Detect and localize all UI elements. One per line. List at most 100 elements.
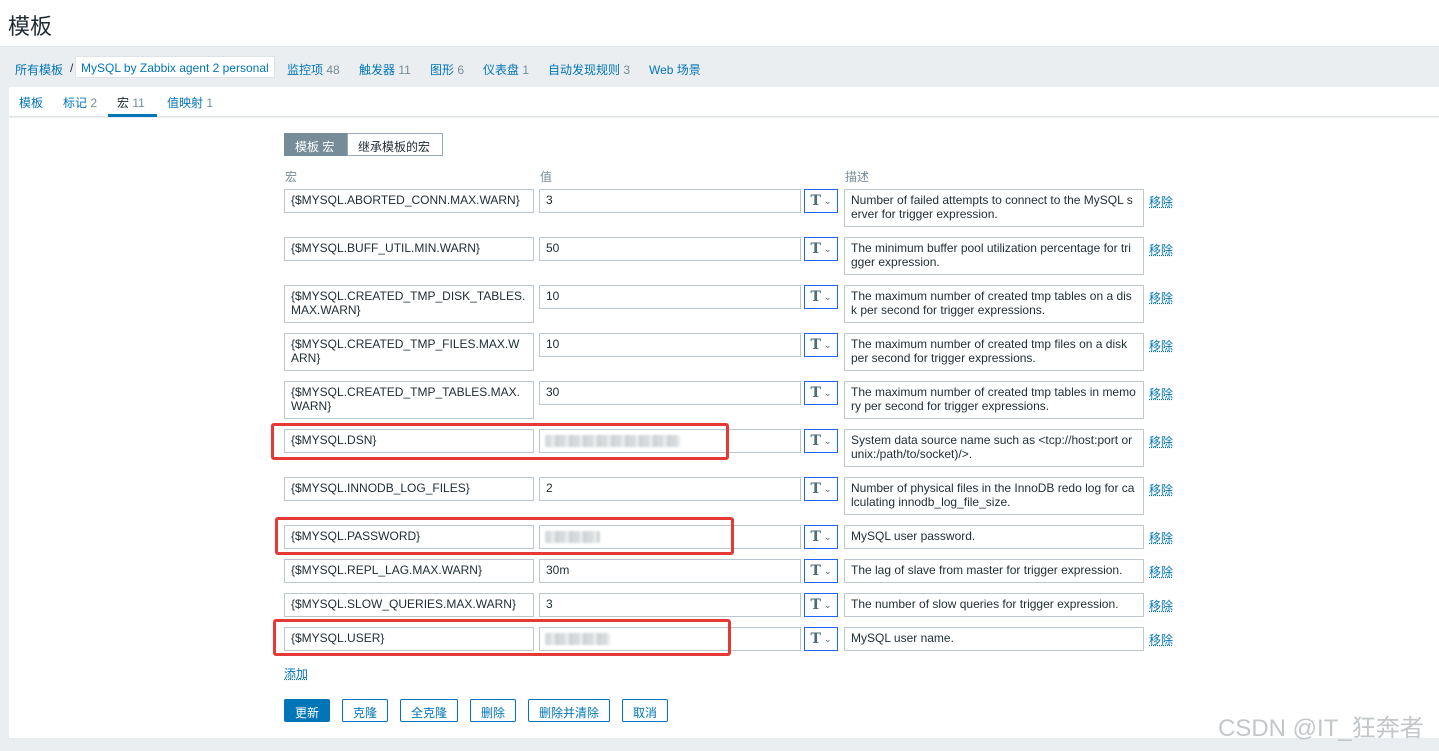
tab-tags[interactable]: 标记 2 [63, 94, 97, 111]
macro-type-selector[interactable]: T ⌄ [804, 333, 838, 357]
clone-button[interactable]: 克隆 [342, 699, 389, 722]
chevron-down-icon: ⌄ [823, 565, 832, 576]
text-type-icon: T [810, 481, 821, 497]
macro-description-field[interactable]: MySQL user name. [844, 627, 1144, 651]
header-bar: 模板 [0, 0, 1439, 47]
remove-macro-link[interactable]: 移除 [1149, 597, 1173, 614]
text-type-icon: T [810, 193, 821, 209]
tab-template[interactable]: 模板 [19, 94, 43, 111]
delete-and-clear-button[interactable]: 删除并清除 [528, 699, 611, 722]
macro-value-field[interactable]: 10 [539, 285, 801, 309]
chevron-down-icon: ⌄ [823, 243, 832, 254]
highlight-box [271, 423, 729, 460]
macro-value-field[interactable]: 10 [539, 333, 801, 357]
update-button[interactable]: 更新 [284, 699, 331, 722]
chevron-down-icon: ⌄ [823, 387, 832, 398]
macro-value-field[interactable]: 30m [539, 559, 801, 583]
macro-name-field[interactable]: {$MYSQL.CREATED_TMP_DISK_TABLES.MAX.WARN… [284, 285, 534, 323]
breadcrumb-current-template[interactable]: MySQL by Zabbix agent 2 personal [75, 56, 275, 78]
text-type-icon: T [810, 597, 821, 613]
nav-graphs[interactable]: 图形 6 [430, 61, 464, 78]
tab-value-mapping[interactable]: 值映射 1 [167, 94, 213, 111]
text-type-icon: T [810, 433, 821, 449]
macro-value-field[interactable]: 30 [539, 381, 801, 405]
text-type-icon: T [810, 563, 821, 579]
macro-description-field[interactable]: The lag of slave from master for trigger… [844, 559, 1144, 583]
chevron-down-icon: ⌄ [823, 483, 832, 494]
macro-name-field[interactable]: {$MYSQL.REPL_LAG.MAX.WARN} [284, 559, 534, 583]
highlight-box [273, 619, 731, 656]
macro-name-field[interactable]: {$MYSQL.INNODB_LOG_FILES} [284, 477, 534, 501]
nav-web-scenarios[interactable]: Web 场景 [649, 61, 701, 78]
remove-macro-link[interactable]: 移除 [1149, 563, 1173, 580]
nav-items[interactable]: 监控项 48 [287, 61, 340, 78]
macro-type-selector[interactable]: T ⌄ [804, 429, 838, 453]
macro-type-selector[interactable]: T ⌄ [804, 381, 838, 405]
chevron-down-icon: ⌄ [823, 599, 832, 610]
macro-value-field[interactable]: 3 [539, 593, 801, 617]
form-tabs: 模板 标记 2 宏 11 值映射 1 [9, 87, 1439, 117]
tab-macros[interactable]: 宏 11 [117, 94, 145, 111]
macro-description-field[interactable]: The minimum buffer pool utilization perc… [844, 237, 1144, 275]
macro-description-field[interactable]: Number of physical files in the InnoDB r… [844, 477, 1144, 515]
macro-value-field[interactable]: 3 [539, 189, 801, 213]
nav-discovery-rules[interactable]: 自动发现规则 3 [548, 61, 630, 78]
text-type-icon: T [810, 385, 821, 401]
delete-button[interactable]: 删除 [470, 699, 517, 722]
chevron-down-icon: ⌄ [823, 195, 832, 206]
remove-macro-link[interactable]: 移除 [1149, 241, 1173, 258]
macro-value-field[interactable]: 2 [539, 477, 801, 501]
macro-name-field[interactable]: {$MYSQL.ABORTED_CONN.MAX.WARN} [284, 189, 534, 213]
macro-type-selector[interactable]: T ⌄ [804, 189, 838, 213]
column-header-macro: 宏 [285, 170, 298, 184]
macro-description-field[interactable]: The maximum number of created tmp files … [844, 333, 1144, 371]
active-tab-indicator [108, 114, 157, 117]
remove-macro-link[interactable]: 移除 [1149, 481, 1173, 498]
macro-name-field[interactable]: {$MYSQL.CREATED_TMP_FILES.MAX.WARN} [284, 333, 534, 371]
remove-macro-link[interactable]: 移除 [1149, 193, 1173, 210]
macro-description-field[interactable]: The number of slow queries for trigger e… [844, 593, 1144, 617]
chevron-down-icon: ⌄ [823, 339, 832, 350]
macro-description-field[interactable]: The maximum number of created tmp tables… [844, 381, 1144, 419]
macro-description-field[interactable]: System data source name such as <tcp://h… [844, 429, 1144, 467]
macro-type-selector[interactable]: T ⌄ [804, 593, 838, 617]
remove-macro-link[interactable]: 移除 [1149, 529, 1173, 546]
column-header-description: 描述 [845, 170, 870, 184]
chevron-down-icon: ⌄ [823, 633, 832, 644]
remove-macro-link[interactable]: 移除 [1149, 337, 1173, 354]
remove-macro-link[interactable]: 移除 [1149, 289, 1173, 306]
remove-macro-link[interactable]: 移除 [1149, 433, 1173, 450]
macro-name-field[interactable]: {$MYSQL.SLOW_QUERIES.MAX.WARN} [284, 593, 534, 617]
chevron-down-icon: ⌄ [823, 435, 832, 446]
macro-description-field[interactable]: Number of failed attempts to connect to … [844, 189, 1144, 227]
watermark: CSDN @IT_狂奔者 [1218, 715, 1424, 742]
breadcrumb-all-templates[interactable]: 所有模板 [15, 61, 63, 78]
macro-type-selector[interactable]: T ⌄ [804, 477, 838, 501]
remove-macro-link[interactable]: 移除 [1149, 631, 1173, 648]
macro-type-selector[interactable]: T ⌄ [804, 525, 838, 549]
full-clone-button[interactable]: 全克隆 [400, 699, 459, 722]
macro-description-field[interactable]: MySQL user password. [844, 525, 1144, 549]
inherited-macros-toggle[interactable]: 继承模板的宏 [347, 133, 443, 156]
macro-type-selector[interactable]: T ⌄ [804, 285, 838, 309]
text-type-icon: T [810, 337, 821, 353]
chevron-down-icon: ⌄ [823, 291, 832, 302]
template-nav: 所有模板 / MySQL by Zabbix agent 2 personal … [0, 47, 1439, 87]
macro-value-field[interactable]: 50 [539, 237, 801, 261]
page-title: 模板 [8, 14, 53, 39]
template-macros-toggle[interactable]: 模板 宏 [284, 133, 348, 156]
text-type-icon: T [810, 529, 821, 545]
macro-description-field[interactable]: The maximum number of created tmp tables… [844, 285, 1144, 323]
nav-dashboards[interactable]: 仪表盘 1 [483, 61, 529, 78]
add-macro-link[interactable]: 添加 [284, 665, 308, 682]
text-type-icon: T [810, 241, 821, 257]
cancel-button[interactable]: 取消 [622, 699, 669, 722]
remove-macro-link[interactable]: 移除 [1149, 385, 1173, 402]
macro-name-field[interactable]: {$MYSQL.BUFF_UTIL.MIN.WARN} [284, 237, 534, 261]
macro-type-selector[interactable]: T ⌄ [804, 559, 838, 583]
macro-name-field[interactable]: {$MYSQL.CREATED_TMP_TABLES.MAX.WARN} [284, 381, 534, 419]
macro-type-selector[interactable]: T ⌄ [804, 627, 838, 651]
nav-triggers[interactable]: 触发器 11 [359, 61, 411, 78]
breadcrumb-separator: / [70, 61, 74, 75]
macro-type-selector[interactable]: T ⌄ [804, 237, 838, 261]
